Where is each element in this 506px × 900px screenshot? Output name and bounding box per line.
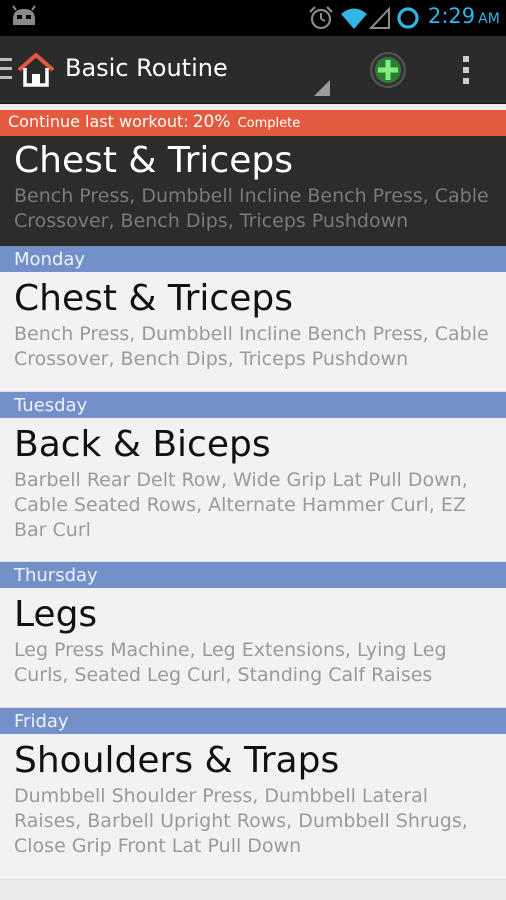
- spinner-icon[interactable]: [314, 80, 330, 96]
- alarm-icon: [309, 6, 333, 30]
- continue-suffix: Complete: [237, 116, 301, 131]
- add-icon[interactable]: [368, 50, 408, 90]
- current-workout-title: Chest & Triceps: [14, 140, 293, 181]
- day-card-monday[interactable]: Chest & Triceps Bench Press, Dumbbell In…: [0, 272, 506, 392]
- android-icon: [12, 5, 36, 25]
- workout-exercises: Bench Press, Dumbbell Incline Bench Pres…: [14, 323, 489, 370]
- day-card-friday[interactable]: Shoulders & Traps Dumbbell Shoulder Pres…: [0, 734, 506, 880]
- status-clock: 2:29 AM: [428, 4, 500, 28]
- workout-exercises: Dumbbell Shoulder Press, Dumbbell Latera…: [14, 785, 468, 857]
- workout-title: Chest & Triceps: [14, 278, 293, 319]
- sync-icon: [397, 7, 419, 29]
- workout-title: Legs: [14, 594, 98, 635]
- workout-title: Shoulders & Traps: [14, 740, 340, 781]
- wifi-icon: [341, 8, 367, 29]
- day-header-friday: Friday: [0, 708, 506, 734]
- continue-label: Continue last workout:: [8, 112, 189, 131]
- current-workout-exercises: Bench Press, Dumbbell Incline Bench Pres…: [14, 185, 489, 232]
- day-card-thursday[interactable]: Legs Leg Press Machine, Leg Extensions, …: [0, 588, 506, 708]
- action-bar: Basic Routine: [0, 36, 506, 104]
- workout-exercises: Barbell Rear Delt Row, Wide Grip Lat Pul…: [14, 469, 468, 541]
- home-logo-icon[interactable]: [16, 50, 56, 90]
- signal-icon: [369, 6, 390, 29]
- continue-workout-banner[interactable]: Continue last workout: 20% Complete: [0, 110, 506, 136]
- day-header-thursday: Thursday: [0, 562, 506, 588]
- workout-title: Back & Biceps: [14, 424, 271, 465]
- day-card-tuesday[interactable]: Back & Biceps Barbell Rear Delt Row, Wid…: [0, 418, 506, 562]
- status-bar: 2:29 AM: [0, 0, 506, 36]
- current-workout-card[interactable]: Chest & Triceps Bench Press, Dumbbell In…: [0, 136, 506, 246]
- clock-ampm: AM: [478, 11, 500, 27]
- clock-time: 2:29: [428, 4, 476, 28]
- day-header-tuesday: Tuesday: [0, 392, 506, 418]
- drawer-icon[interactable]: [0, 56, 14, 82]
- workout-exercises: Leg Press Machine, Leg Extensions, Lying…: [14, 639, 447, 686]
- overflow-icon[interactable]: [452, 50, 480, 90]
- continue-percent: 20%: [192, 112, 231, 132]
- day-header-monday: Monday: [0, 246, 506, 272]
- app-title[interactable]: Basic Routine: [65, 54, 228, 82]
